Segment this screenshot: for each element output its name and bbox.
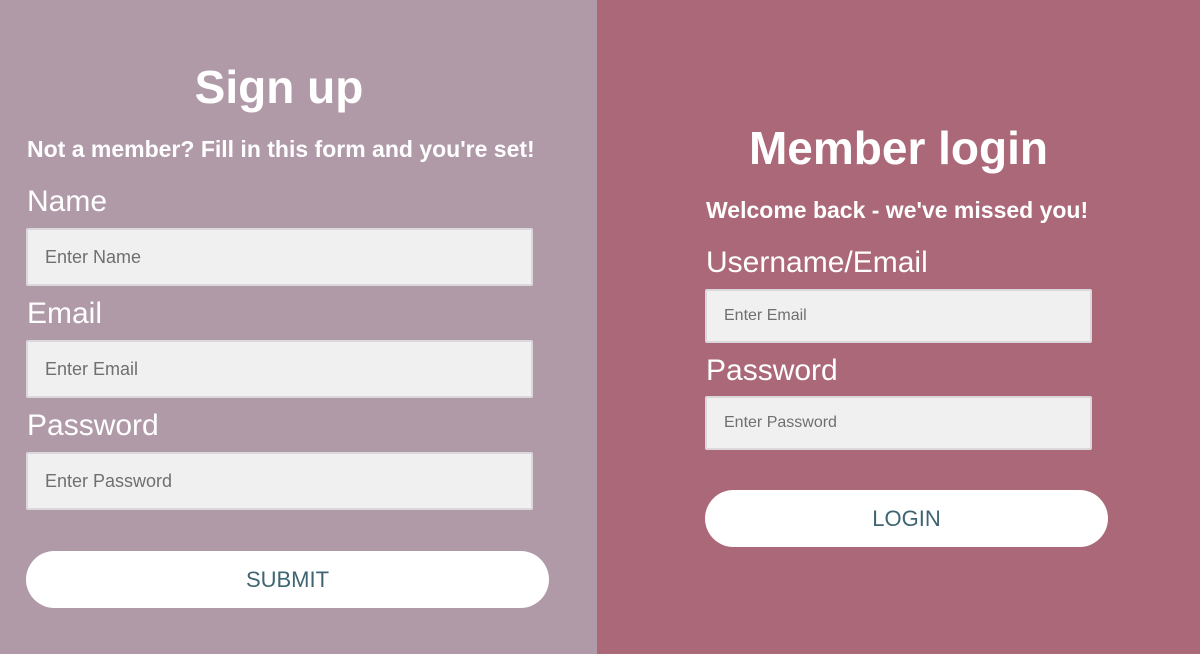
signup-subtitle: Not a member? Fill in this form and you'… bbox=[27, 136, 535, 162]
signup-title: Sign up bbox=[194, 61, 364, 113]
login-title: Member login bbox=[748, 122, 1049, 174]
name-input[interactable] bbox=[26, 228, 533, 286]
signup-password-label: Password bbox=[27, 409, 159, 442]
submit-button[interactable]: SUBMIT bbox=[26, 551, 549, 608]
signup-password-input[interactable] bbox=[26, 452, 533, 510]
username-label: Username/Email bbox=[706, 246, 928, 279]
signup-email-input[interactable] bbox=[26, 340, 533, 398]
login-password-input[interactable] bbox=[705, 396, 1092, 450]
name-label: Name bbox=[27, 185, 108, 218]
login-subtitle: Welcome back - we've missed you! bbox=[706, 197, 1089, 223]
login-password-label: Password bbox=[706, 354, 838, 387]
username-input[interactable] bbox=[705, 289, 1092, 343]
signup-panel: Sign up Not a member? Fill in this form … bbox=[0, 0, 597, 654]
login-panel: Member login Welcome back - we've missed… bbox=[597, 0, 1200, 654]
signup-email-label: Email bbox=[27, 297, 103, 330]
login-button[interactable]: LOGIN bbox=[705, 490, 1108, 547]
